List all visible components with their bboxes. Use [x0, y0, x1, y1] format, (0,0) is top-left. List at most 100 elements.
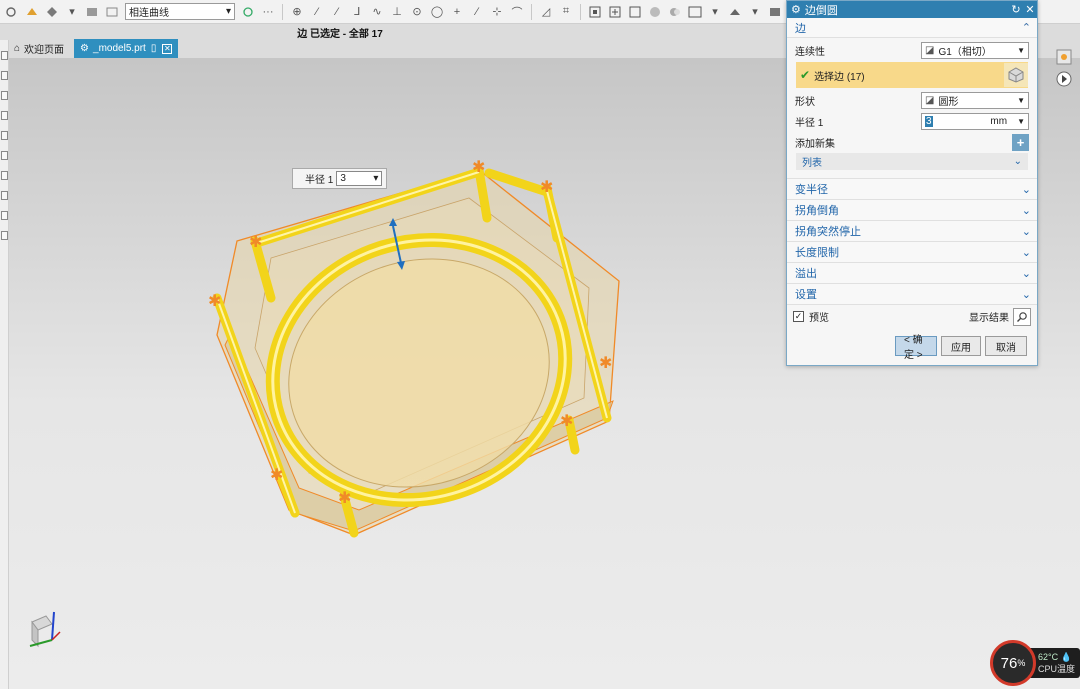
wcs-triad: [20, 606, 70, 656]
snap-endpoint-icon[interactable]: ⁄: [309, 4, 325, 20]
circular-icon: ◪: [925, 95, 935, 106]
snap-control-icon[interactable]: ⊥: [389, 4, 405, 20]
reset-icon[interactable]: ↻: [1009, 3, 1023, 16]
curve-rule-value: 相连曲线: [129, 8, 169, 19]
edge-marker[interactable]: ✱: [599, 353, 612, 372]
snap-icon[interactable]: [24, 4, 40, 20]
history-icon[interactable]: [1, 151, 8, 160]
section-corner-setback[interactable]: 拐角倒角 ⌄: [787, 199, 1037, 220]
sheet-body-icon[interactable]: [104, 4, 120, 20]
constraint-navigator-icon[interactable]: [1, 91, 8, 100]
edge-marker[interactable]: ✱: [270, 465, 283, 484]
select-edge-row[interactable]: ✔ 选择边 (17): [796, 62, 1028, 88]
chevron-down-icon[interactable]: ▾: [64, 4, 80, 20]
cancel-button[interactable]: 取消: [985, 336, 1027, 356]
web-browser-icon[interactable]: [1, 131, 8, 140]
list-toggle[interactable]: 列表 ⌄: [796, 153, 1028, 170]
preview-row: ✓ 预览 显示结果: [787, 304, 1037, 328]
snap-bounded-icon[interactable]: ⌗: [558, 4, 574, 20]
snap-midpoint-icon[interactable]: ⁄: [329, 4, 345, 20]
snap-face-icon[interactable]: ◿: [538, 4, 554, 20]
work-layer-icon[interactable]: [767, 4, 783, 20]
edge-marker[interactable]: ✱: [208, 291, 221, 310]
apply-button[interactable]: 应用: [941, 336, 981, 356]
ok-button[interactable]: < 确定 >: [895, 335, 937, 361]
process-studio-icon[interactable]: [1, 191, 8, 200]
roles-icon[interactable]: [1, 211, 8, 220]
cpu-monitor-widget: 62°C 💧 CPU温度 76%: [990, 640, 1080, 686]
render-style-icon[interactable]: [667, 4, 683, 20]
document-icon: ▯: [150, 43, 157, 54]
radius-unit: mm: [990, 116, 1008, 127]
part-navigator-icon[interactable]: [1, 51, 8, 60]
radius-input[interactable]: 3 mm ▼: [921, 113, 1029, 130]
chevron-down-icon[interactable]: ▾: [707, 4, 723, 20]
continuity-label: 连续性: [795, 47, 825, 58]
section-settings[interactable]: 设置 ⌄: [787, 283, 1037, 304]
radius-row: 半径 1 3 mm ▼: [787, 111, 1037, 132]
shape-row: 形状 ◪ 圆形 ▼: [787, 90, 1037, 111]
snap-intersect-icon[interactable]: ⊹: [489, 4, 505, 20]
edge-marker[interactable]: ✱: [472, 157, 485, 176]
system-scene-icon[interactable]: [1, 231, 8, 240]
zoom-icon[interactable]: [607, 4, 623, 20]
intersect-icon[interactable]: [240, 4, 256, 20]
section-overflow[interactable]: 溢出 ⌄: [787, 262, 1037, 283]
edge-marker[interactable]: ✱: [560, 411, 573, 430]
magnifier-icon[interactable]: [1013, 307, 1031, 326]
shape-select[interactable]: ◪ 圆形 ▼: [921, 92, 1029, 109]
view-orient-icon[interactable]: [44, 4, 60, 20]
snap-existing-icon[interactable]: +: [449, 4, 465, 20]
pan-icon[interactable]: [627, 4, 643, 20]
chevron-down-icon: ▾: [225, 6, 231, 17]
fit-icon[interactable]: [587, 4, 603, 20]
edge-select-cube-icon[interactable]: [1004, 63, 1028, 87]
chevron-down-icon: ⌄: [1021, 267, 1031, 280]
snap-spline-icon[interactable]: ∿: [369, 4, 385, 20]
more-icon[interactable]: ···: [260, 4, 276, 20]
edge-marker[interactable]: ✱: [338, 488, 351, 507]
section-label: 变半径: [795, 184, 828, 196]
dialog-title-bar[interactable]: ⚙ 边倒圆 ↻ ✕: [787, 1, 1037, 18]
continuity-select[interactable]: ◪ G1（相切） ▼: [921, 42, 1029, 59]
close-icon[interactable]: ✕: [1023, 3, 1037, 16]
snap-quadrant-icon[interactable]: ◯: [429, 4, 445, 20]
assembly-navigator-icon[interactable]: [1, 71, 8, 80]
chevron-up-icon: ⌃: [1021, 22, 1031, 34]
right-resource-strip: [1048, 44, 1080, 104]
edge-blend-dialog: ⚙ 边倒圆 ↻ ✕ 边 ⌃ 连续性 ◪ G1（相切） ▼ ✔ 选择边 (17) …: [786, 0, 1038, 366]
tab-welcome[interactable]: ⌂ 欢迎页面: [8, 39, 70, 58]
ongraphics-radius-field[interactable]: 3 ▾: [336, 171, 383, 186]
preview-checkbox[interactable]: ✓: [793, 311, 804, 322]
play-icon[interactable]: [1055, 70, 1073, 88]
section-stop-short[interactable]: 拐角突然停止 ⌄: [787, 220, 1037, 241]
shape-label: 形状: [795, 97, 815, 108]
settings-icon[interactable]: [1055, 48, 1073, 66]
section-length-limit[interactable]: 长度限制 ⌄: [787, 241, 1037, 262]
document-tabs: ⌂ 欢迎页面 ⚙ _model5.prt ▯ ✕: [8, 38, 788, 58]
reuse-library-icon[interactable]: [1, 111, 8, 120]
rotate-icon[interactable]: [647, 4, 663, 20]
edge-group-header[interactable]: 边 ⌃: [787, 18, 1037, 38]
solid-body-icon[interactable]: [84, 4, 100, 20]
snap-curve-icon[interactable]: ᒧ: [349, 4, 365, 20]
system-materials-icon[interactable]: [1, 171, 8, 180]
checkmark-icon: ✔: [800, 68, 811, 82]
close-icon[interactable]: ✕: [162, 43, 173, 54]
tab-model[interactable]: ⚙ _model5.prt ▯ ✕: [74, 39, 179, 58]
section-variable-radius[interactable]: 变半径 ⌄: [787, 178, 1037, 199]
add-set-button[interactable]: +: [1012, 134, 1029, 151]
curve-rule-select[interactable]: 相连曲线 ▾: [125, 3, 235, 20]
select-filter-icon[interactable]: [4, 4, 20, 20]
shaded-icon[interactable]: [727, 4, 743, 20]
chevron-down-icon[interactable]: ▾: [747, 4, 763, 20]
snap-tangent-icon[interactable]: ∕: [469, 4, 485, 20]
view-fit-icon[interactable]: [687, 4, 703, 20]
snap-pole-icon[interactable]: ⌒: [509, 4, 525, 20]
edge-marker[interactable]: ✱: [540, 177, 553, 196]
snap-arc-center-icon[interactable]: ⊙: [409, 4, 425, 20]
snap-point-icon[interactable]: ⊕: [289, 4, 305, 20]
edge-marker[interactable]: ✱: [249, 232, 262, 251]
cpu-temp: 62°C: [1038, 652, 1059, 662]
